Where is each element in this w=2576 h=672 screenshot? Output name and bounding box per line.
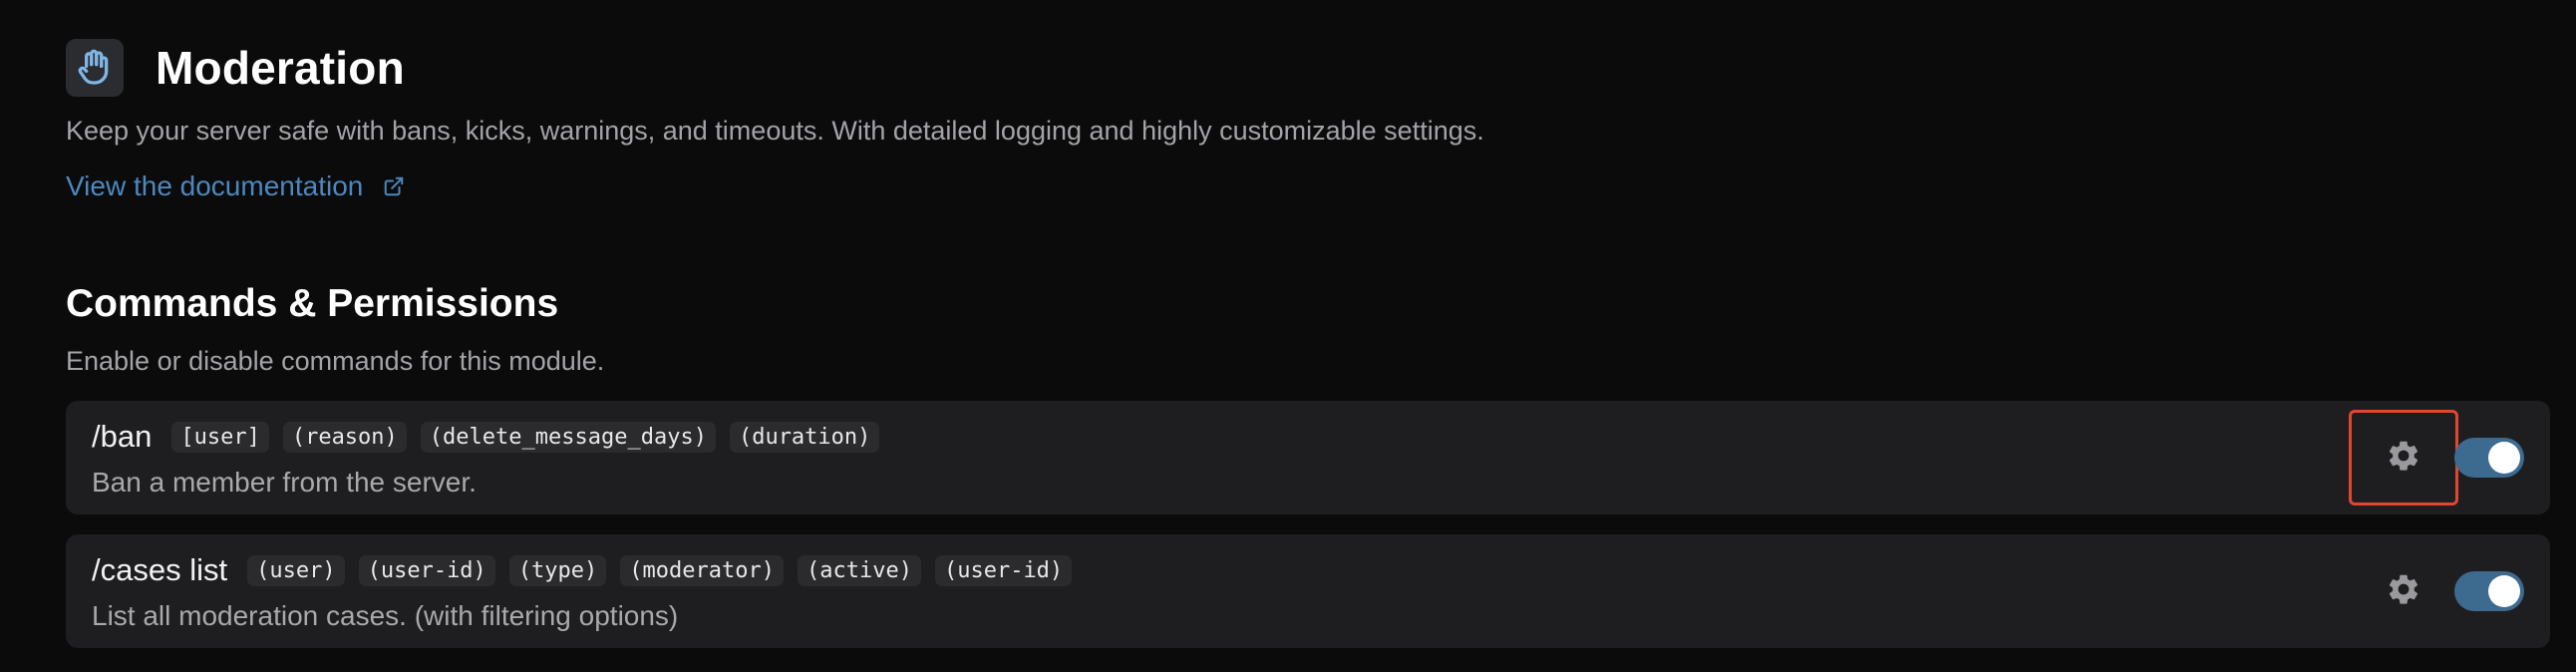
toggle-knob: [2488, 575, 2520, 607]
command-name: /cases list: [92, 552, 228, 587]
command-row-cases-list: /cases list (user) (user-id) (type) (mod…: [66, 534, 2550, 648]
command-description: List all moderation cases. (with filteri…: [92, 600, 679, 631]
command-option: (delete_message_days): [420, 421, 716, 453]
command-header: /cases list (user) (user-id) (type) (mod…: [92, 550, 2524, 590]
command-option: (reason): [282, 421, 407, 453]
command-enabled-toggle[interactable]: [2454, 571, 2524, 611]
raised-hand-icon: [66, 39, 124, 97]
command-option: (user-id): [934, 554, 1073, 586]
command-settings-button[interactable]: [2349, 410, 2458, 505]
command-option: [user]: [171, 421, 269, 453]
gear-icon: [2386, 438, 2421, 479]
toggle-knob: [2488, 442, 2520, 474]
external-link-icon: [383, 175, 405, 197]
command-list: /ban [user] (reason) (delete_message_day…: [66, 401, 2550, 648]
command-option: (duration): [729, 421, 880, 453]
page-title: Moderation: [156, 42, 405, 94]
command-option: (user): [247, 554, 345, 586]
section-title: Commands & Permissions: [66, 282, 559, 325]
command-option: (moderator): [620, 554, 784, 586]
command-enabled-toggle[interactable]: [2454, 438, 2524, 478]
command-actions: [2349, 410, 2524, 505]
command-name: /ban: [92, 419, 153, 454]
documentation-link[interactable]: View the documentation: [66, 170, 405, 202]
command-header: /ban [user] (reason) (delete_message_day…: [92, 417, 2524, 457]
documentation-link-label: View the documentation: [66, 170, 364, 201]
command-option: (user-id): [358, 554, 495, 586]
command-settings-button[interactable]: [2349, 543, 2458, 639]
command-description: Ban a member from the server.: [92, 467, 477, 498]
module-page: Moderation Keep your server safe with ba…: [66, 39, 2550, 668]
module-description: Keep your server safe with bans, kicks, …: [66, 116, 1484, 146]
command-option: (type): [508, 554, 607, 586]
command-actions: [2349, 543, 2524, 639]
section-description: Enable or disable commands for this modu…: [66, 346, 605, 376]
gear-icon: [2386, 571, 2421, 612]
module-header: Moderation: [66, 39, 2550, 97]
command-row-ban: /ban [user] (reason) (delete_message_day…: [66, 401, 2550, 514]
command-option: (active): [798, 554, 921, 586]
